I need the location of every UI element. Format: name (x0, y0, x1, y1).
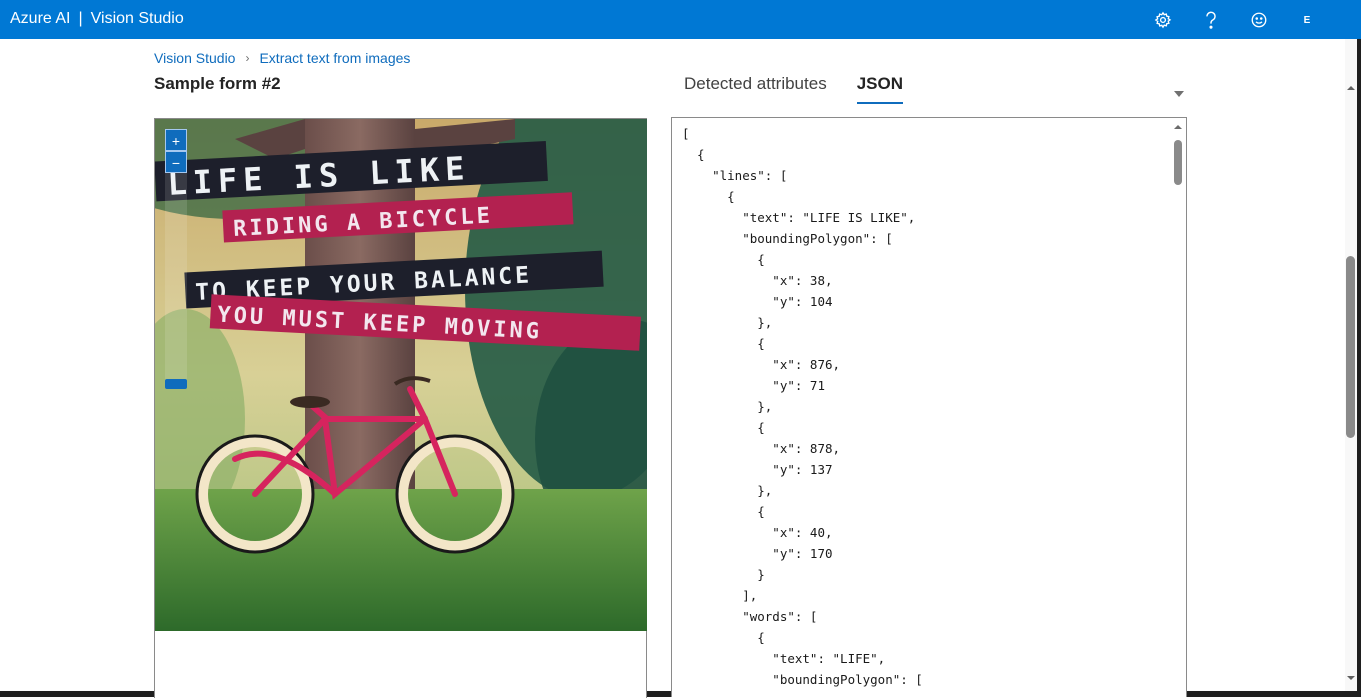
zoom-in-button[interactable]: + (165, 129, 187, 151)
page-scroll-up-icon[interactable] (1345, 82, 1357, 94)
brand-name[interactable]: Azure AI (10, 10, 70, 28)
json-code-line: ], (682, 588, 758, 603)
json-scroll-thumb[interactable] (1174, 140, 1182, 185)
json-code-line: "boundingPolygon": [ (682, 231, 893, 246)
json-code-line: "y": 170 (682, 546, 833, 561)
breadcrumb-vision-studio[interactable]: Vision Studio (154, 50, 235, 66)
zoom-out-button[interactable]: − (165, 151, 187, 173)
json-code-line: { (682, 420, 765, 435)
json-code-line: "boundingPolygon": [ (682, 672, 923, 687)
json-code-line: "y": 137 (682, 462, 833, 477)
brand-separator: | (78, 10, 83, 27)
json-code-line: "text": "LIFE", (682, 651, 886, 666)
chevron-right-icon: › (245, 51, 250, 65)
json-scroll-up-icon[interactable] (1173, 122, 1183, 132)
help-button[interactable] (1187, 8, 1235, 32)
breadcrumb: Vision Studio › Extract text from images (154, 50, 410, 66)
tab-detected-attributes[interactable]: Detected attributes (684, 74, 827, 104)
json-code-line: { (682, 189, 735, 204)
top-bar-actions: E (1139, 8, 1331, 32)
gear-icon (1154, 11, 1172, 29)
json-code-line: { (682, 147, 705, 162)
result-tabs: Detected attributes JSON (684, 74, 903, 104)
json-code-line: { (682, 630, 765, 645)
json-code-line: } (682, 567, 765, 582)
sample-image: LIFE IS LIKE RIDING A BICYCLE TO KEEP YO… (155, 119, 647, 631)
help-icon (1206, 11, 1216, 29)
feedback-button[interactable] (1235, 8, 1283, 32)
product-name[interactable]: Vision Studio (91, 10, 184, 28)
json-code-line: "lines": [ (682, 168, 788, 183)
feedback-smiley-icon (1251, 12, 1267, 28)
json-code-line: "y": 104 (682, 294, 833, 309)
window-border-right (1357, 39, 1361, 697)
json-code-line: }, (682, 483, 773, 498)
json-code-line: "x": 878, (682, 441, 841, 456)
json-code-line: { (682, 252, 765, 267)
json-code-line: "text": "LIFE IS LIKE", (682, 210, 916, 225)
image-panel: LIFE IS LIKE RIDING A BICYCLE TO KEEP YO… (154, 118, 647, 698)
json-code-line: { (682, 336, 765, 351)
json-code-line: }, (682, 399, 773, 414)
zoom-control: + − (165, 129, 187, 383)
json-code-line: { (682, 504, 765, 519)
json-code-line: [ (682, 126, 690, 141)
top-bar: Azure AI | Vision Studio E (0, 0, 1361, 39)
json-code-line: "x": 38, (682, 273, 833, 288)
page-scroll-thumb[interactable] (1346, 256, 1355, 438)
tab-json[interactable]: JSON (856, 74, 903, 104)
json-output-panel[interactable]: [ { "lines": [ { "text": "LIFE IS LIKE",… (671, 117, 1187, 697)
account-icon: E (1303, 14, 1311, 26)
sample-photo-illustration: LIFE IS LIKE RIDING A BICYCLE TO KEEP YO… (155, 119, 647, 631)
account-button[interactable]: E (1283, 8, 1331, 32)
settings-button[interactable] (1139, 8, 1187, 32)
json-code-block: [ { "lines": [ { "text": "LIFE IS LIKE",… (682, 123, 923, 690)
chevron-down-icon[interactable] (1173, 88, 1185, 100)
breadcrumb-extract-text[interactable]: Extract text from images (259, 50, 410, 66)
zoom-slider-handle[interactable] (165, 379, 187, 389)
json-code-line: }, (682, 315, 773, 330)
zoom-slider-track[interactable] (165, 173, 187, 383)
page-title: Sample form #2 (154, 74, 281, 93)
json-code-line: "y": 71 (682, 378, 825, 393)
json-code-line: "x": 876, (682, 357, 841, 372)
brand: Azure AI | Vision Studio (10, 10, 184, 28)
json-code-line: "words": [ (682, 609, 818, 624)
page-scroll-down-icon[interactable] (1345, 672, 1357, 684)
json-code-line: "x": 40, (682, 525, 833, 540)
